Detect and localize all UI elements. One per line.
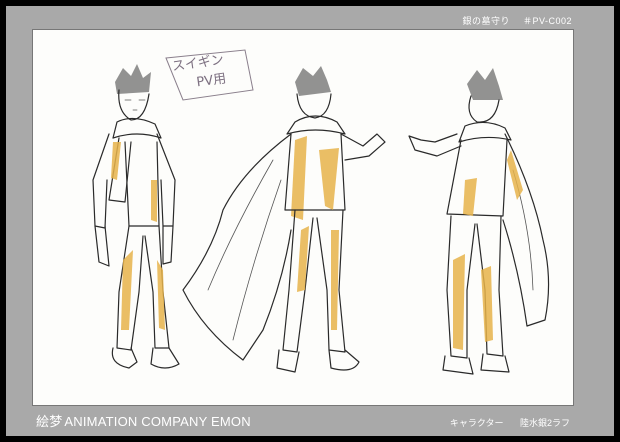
sheet-footer-info: キャラクター 陸水銀2ラフ <box>436 416 570 429</box>
front-view-figure <box>92 64 180 369</box>
company-logo: 絵梦 ANIMATION COMPANY EMON <box>36 411 251 430</box>
back-view-figure <box>182 66 386 373</box>
sheet-title: 銀の墓守り <box>462 16 510 26</box>
footer-category: キャラクター <box>449 418 504 428</box>
sheet-code: ＃PV-C002 <box>522 16 572 26</box>
drawing-sheet: スイギン PV用 <box>33 30 573 405</box>
side-view-figure <box>408 68 550 375</box>
company-kanji: 絵梦 <box>36 415 63 430</box>
footer-character: 陸水銀2ラフ <box>519 418 570 428</box>
sheet-header: 銀の墓守り ＃PV-C002 <box>452 14 572 27</box>
memo-box <box>165 49 254 101</box>
character-sketch <box>92 49 550 375</box>
company-name: ANIMATION COMPANY EMON <box>64 414 251 429</box>
